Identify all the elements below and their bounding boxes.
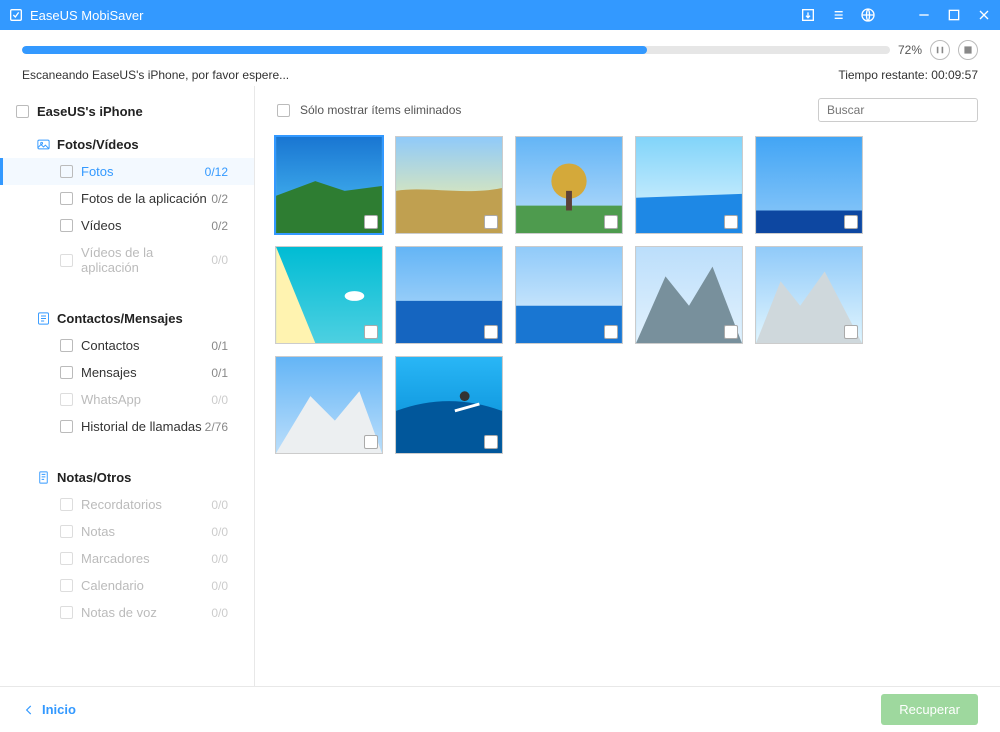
tree-checkbox[interactable] bbox=[60, 552, 73, 565]
photo-thumbnail[interactable] bbox=[755, 136, 863, 234]
tree-item[interactable]: Vídeos0/2 bbox=[0, 212, 254, 239]
photo-thumbnail[interactable] bbox=[395, 356, 503, 454]
pause-button[interactable] bbox=[930, 40, 950, 60]
tree-checkbox[interactable] bbox=[60, 366, 73, 379]
globe-icon[interactable] bbox=[860, 7, 876, 23]
tree-item[interactable]: Fotos0/12 bbox=[0, 158, 254, 185]
photo-thumbnail[interactable] bbox=[635, 136, 743, 234]
progress-fill bbox=[22, 46, 647, 54]
progress-bar bbox=[22, 46, 890, 54]
search-input[interactable] bbox=[818, 98, 978, 122]
thumbnail-checkbox[interactable] bbox=[844, 215, 858, 229]
tree-checkbox[interactable] bbox=[60, 254, 73, 267]
tree-item[interactable]: Recordatorios0/0 bbox=[0, 491, 254, 518]
tree-item[interactable]: Contactos0/1 bbox=[0, 332, 254, 359]
tree-item[interactable]: WhatsApp0/0 bbox=[0, 386, 254, 413]
photo-thumbnail[interactable] bbox=[515, 136, 623, 234]
thumbnail-checkbox[interactable] bbox=[484, 435, 498, 449]
close-icon[interactable] bbox=[976, 7, 992, 23]
minimize-icon[interactable] bbox=[916, 7, 932, 23]
photo-thumbnail[interactable] bbox=[755, 246, 863, 344]
home-label: Inicio bbox=[42, 702, 76, 717]
thumbnail-checkbox[interactable] bbox=[484, 325, 498, 339]
tree-checkbox[interactable] bbox=[60, 165, 73, 178]
tree-checkbox[interactable] bbox=[60, 579, 73, 592]
sidebar: EaseUS's iPhone Fotos/VídeosFotos0/12Foto… bbox=[0, 86, 255, 686]
photo-thumbnail[interactable] bbox=[395, 136, 503, 234]
stop-button[interactable] bbox=[958, 40, 978, 60]
filter-deleted-label: Sólo mostrar ítems eliminados bbox=[300, 103, 808, 117]
thumbnail-checkbox[interactable] bbox=[724, 325, 738, 339]
tree-item[interactable]: Mensajes0/1 bbox=[0, 359, 254, 386]
tree-group[interactable]: Fotos/Vídeos bbox=[0, 131, 254, 158]
time-remaining: Tiempo restante: 00:09:57 bbox=[838, 68, 978, 82]
list-icon[interactable] bbox=[830, 7, 846, 23]
tree-checkbox[interactable] bbox=[60, 192, 73, 205]
tree-item[interactable]: Notas0/0 bbox=[0, 518, 254, 545]
thumbnail-checkbox[interactable] bbox=[604, 325, 618, 339]
maximize-icon[interactable] bbox=[946, 7, 962, 23]
tree-item[interactable]: Fotos de la aplicación0/2 bbox=[0, 185, 254, 212]
tree-checkbox[interactable] bbox=[60, 219, 73, 232]
photo-thumbnail[interactable] bbox=[635, 246, 743, 344]
tree-checkbox[interactable] bbox=[60, 339, 73, 352]
photo-thumbnail[interactable] bbox=[395, 246, 503, 344]
titlebar: EaseUS MobiSaver bbox=[0, 0, 1000, 30]
tree-checkbox[interactable] bbox=[60, 420, 73, 433]
thumbnail-checkbox[interactable] bbox=[844, 325, 858, 339]
thumbnail-checkbox[interactable] bbox=[364, 215, 378, 229]
tree-item[interactable]: Vídeos de la aplicación0/0 bbox=[0, 239, 254, 281]
photo-thumbnail[interactable] bbox=[275, 356, 383, 454]
photo-thumbnail[interactable] bbox=[275, 246, 383, 344]
tree-checkbox[interactable] bbox=[60, 606, 73, 619]
tree-group[interactable]: Contactos/Mensajes bbox=[0, 305, 254, 332]
progress-percent: 72% bbox=[898, 43, 922, 57]
app-logo-icon bbox=[8, 7, 24, 23]
thumbnail-checkbox[interactable] bbox=[604, 215, 618, 229]
thumbnail-checkbox[interactable] bbox=[484, 215, 498, 229]
tree-checkbox[interactable] bbox=[16, 105, 29, 118]
content-pane: Sólo mostrar ítems eliminados bbox=[255, 86, 1000, 686]
tree-item[interactable]: Calendario0/0 bbox=[0, 572, 254, 599]
thumbnail-checkbox[interactable] bbox=[364, 325, 378, 339]
photo-thumbnail[interactable] bbox=[515, 246, 623, 344]
filter-deleted-checkbox[interactable] bbox=[277, 104, 290, 117]
progress-area: 72% Escaneando EaseUS's iPhone, por favo… bbox=[0, 30, 1000, 86]
home-button[interactable]: Inicio bbox=[22, 702, 76, 717]
tree-item[interactable]: Historial de llamadas2/76 bbox=[0, 413, 254, 440]
tree-checkbox[interactable] bbox=[60, 498, 73, 511]
scan-status-text: Escaneando EaseUS's iPhone, por favor es… bbox=[22, 68, 289, 82]
tree-checkbox[interactable] bbox=[60, 393, 73, 406]
arrow-left-icon bbox=[22, 703, 36, 717]
import-icon[interactable] bbox=[800, 7, 816, 23]
app-title: EaseUS MobiSaver bbox=[30, 8, 143, 23]
tree-checkbox[interactable] bbox=[60, 525, 73, 538]
thumbnail-checkbox[interactable] bbox=[724, 215, 738, 229]
footer: Inicio Recuperar bbox=[0, 686, 1000, 732]
photo-grid bbox=[255, 132, 1000, 686]
recover-button[interactable]: Recuperar bbox=[881, 694, 978, 725]
photo-thumbnail[interactable] bbox=[275, 136, 383, 234]
tree-item[interactable]: Notas de voz0/0 bbox=[0, 599, 254, 626]
tree-root[interactable]: EaseUS's iPhone bbox=[0, 98, 254, 125]
tree-group[interactable]: Notas/Otros bbox=[0, 464, 254, 491]
thumbnail-checkbox[interactable] bbox=[364, 435, 378, 449]
tree-item[interactable]: Marcadores0/0 bbox=[0, 545, 254, 572]
